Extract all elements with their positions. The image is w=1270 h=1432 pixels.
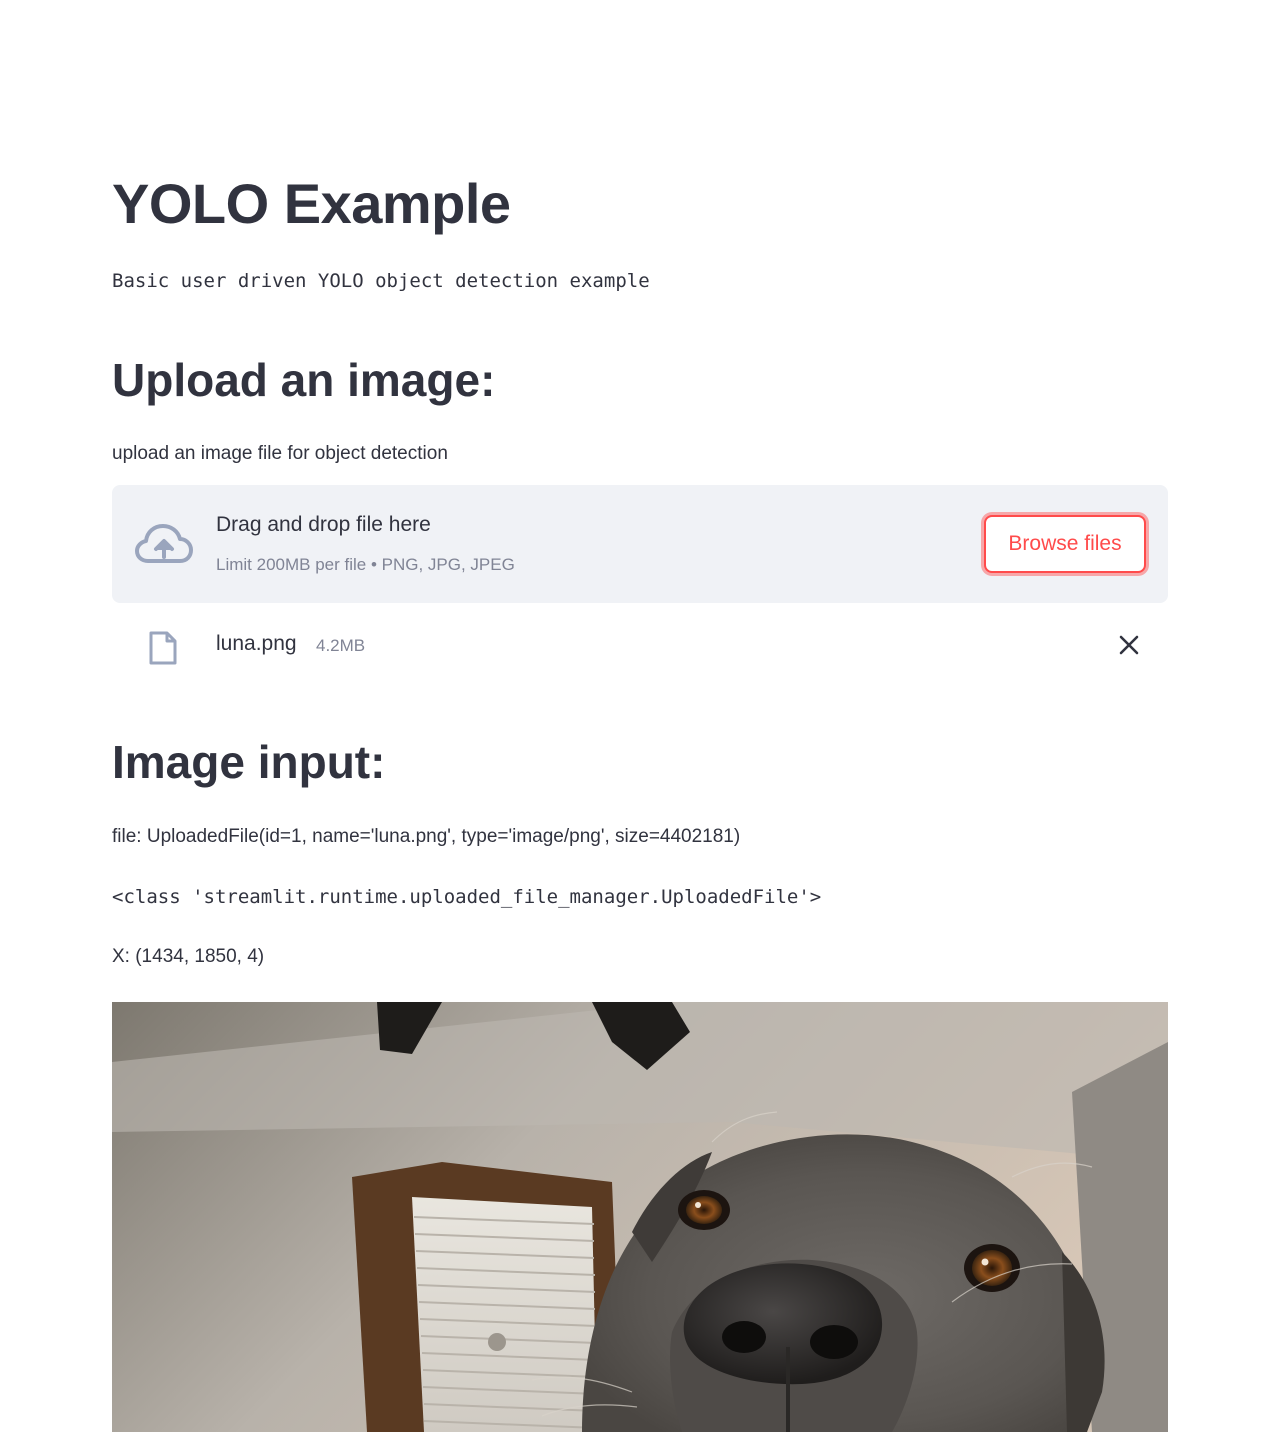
dropzone-title: Drag and drop file here — [216, 513, 431, 536]
uploaded-file-size: 4.2MB — [316, 636, 366, 655]
uploaded-image-preview — [112, 1002, 1168, 1432]
uploaded-file-row: luna.png 4.2MB — [112, 620, 1168, 676]
page-subtitle: Basic user driven YOLO object detection … — [112, 270, 650, 292]
browse-files-button[interactable]: Browse files — [984, 515, 1146, 573]
uploaded-file-name: luna.png — [216, 632, 297, 655]
file-info-text: file: UploadedFile(id=1, name='luna.png'… — [112, 826, 741, 847]
dropzone-limit-text: Limit 200MB per file • PNG, JPG, JPEG — [216, 555, 515, 574]
close-icon[interactable] — [1116, 632, 1142, 658]
file-icon — [149, 631, 177, 665]
page-title: YOLO Example — [112, 172, 511, 235]
cloud-upload-icon — [135, 524, 193, 563]
uploader-label: upload an image file for object detectio… — [112, 443, 448, 464]
upload-heading: Upload an image: — [112, 354, 496, 406]
dog-photo — [112, 1002, 1168, 1432]
image-shape-text: X: (1434, 1850, 4) — [112, 946, 265, 967]
class-type-text: <class 'streamlit.runtime.uploaded_file_… — [112, 886, 822, 908]
image-input-heading: Image input: — [112, 736, 386, 788]
file-dropzone[interactable]: Drag and drop file here Limit 200MB per … — [112, 485, 1168, 603]
